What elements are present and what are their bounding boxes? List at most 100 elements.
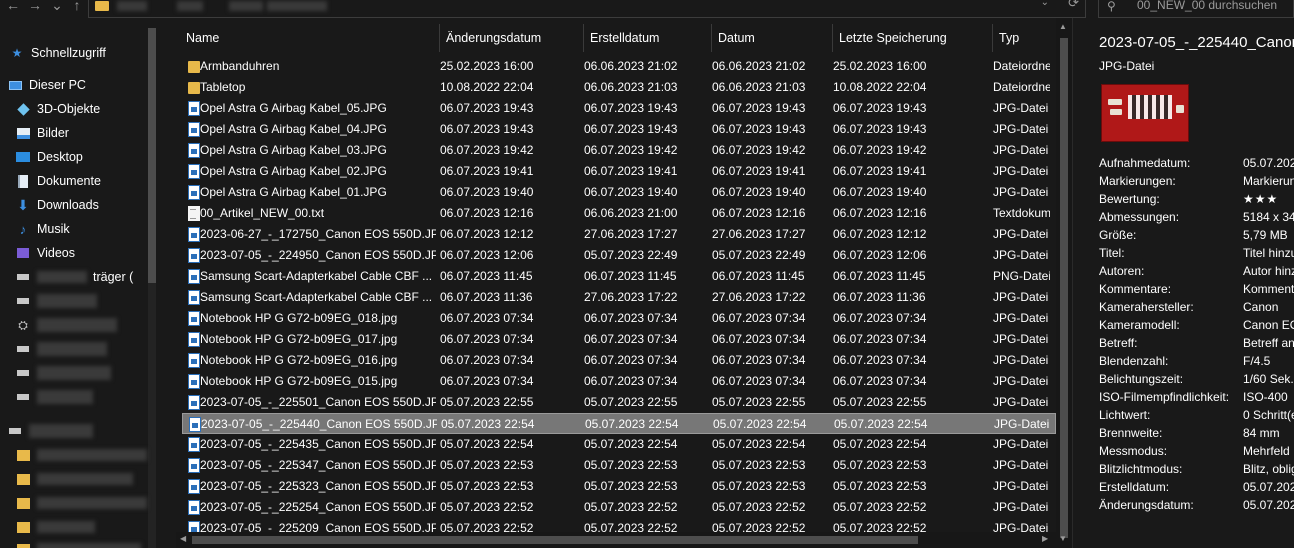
cell-name[interactable]: 2023-07-05_-_225440_Canon EOS 550D.JPG [201,414,437,435]
up-arrow-icon[interactable]: ↑ [68,0,86,14]
cell-name[interactable]: 2023-06-27_-_172750_Canon EOS 550D.JPG [200,224,436,245]
vertical-scrollbar-thumb[interactable] [1060,38,1068,538]
property-value[interactable]: Autor hinz [1243,262,1294,280]
file-row[interactable]: 2023-06-27_-_172750_Canon EOS 550D.JPG 06… [182,224,1056,245]
property-value[interactable]: Titel hinzu [1243,244,1294,262]
file-list-vertical-scrollbar[interactable]: ▲ ▼ [1056,18,1072,548]
sidebar-item-pictures[interactable]: Bilder [16,122,166,144]
sidebar-item-redacted[interactable] [16,468,166,490]
cell-name[interactable]: Opel Astra G Airbag Kabel_02.JPG [200,161,436,182]
property-value[interactable]: 05.07.2023 [1243,154,1294,172]
property-value[interactable]: Mehrfeld [1243,442,1290,460]
file-list-horizontal-scrollbar[interactable]: ◀ ▶ [176,532,1056,548]
cell-name[interactable]: Tabletop [200,77,436,98]
file-row-selected[interactable]: 2023-07-05_-_225440_Canon EOS 550D.JPG 05… [182,413,1056,434]
cell-name[interactable]: Notebook HP G G72-b09EG_015.jpg [200,371,436,392]
column-header-created[interactable]: Erstelldatum [584,24,712,52]
rating-stars[interactable]: ★★★ [1243,190,1278,208]
property-value[interactable]: Blitz, oblig [1243,460,1294,478]
file-row[interactable]: 2023-07-05_-_225435_Canon EOS 550D.JPG 05… [182,434,1056,455]
column-header-date[interactable]: Datum [712,24,833,52]
file-row[interactable]: 2023-07-05_-_225347_Canon EOS 550D.JPG 05… [182,455,1056,476]
scroll-right-icon[interactable]: ▶ [1042,534,1048,543]
cell-name[interactable]: 2023-07-05_-_225435_Canon EOS 550D.JPG [200,434,436,455]
column-header-type[interactable]: Typ [993,24,1056,52]
address-dropdown-icon[interactable]: ⌄ [1041,0,1049,8]
file-row[interactable]: Armbanduhren 25.02.2023 16:00 06.06.2023 2… [182,56,1056,77]
cell-name[interactable]: 2023-07-05_-_225254_Canon EOS 550D.JPG [200,497,436,518]
horizontal-scrollbar-thumb[interactable] [192,536,918,544]
forward-arrow-icon[interactable]: → [26,0,44,14]
property-value[interactable]: ISO-400 [1243,388,1288,406]
cell-name[interactable]: 2023-07-05_-_225501_Canon EOS 550D.JPG [200,392,436,413]
cell-name[interactable]: Notebook HP G G72-b09EG_016.jpg [200,350,436,371]
file-row[interactable]: 2023-07-05_-_225323_Canon EOS 550D.JPG 05… [182,476,1056,497]
property-value[interactable]: 5184 x 345 [1243,208,1294,226]
file-row[interactable]: Samsung Scart-Adapterkabel Cable CBF ...… [182,266,1056,287]
sidebar-item-documents[interactable]: Dokumente [16,170,166,192]
file-row[interactable]: Opel Astra G Airbag Kabel_04.JPG 06.07.20… [182,119,1056,140]
breadcrumb-redacted[interactable] [267,1,327,11]
property-value[interactable]: Komment [1243,280,1294,298]
cell-name[interactable]: 2023-07-05_-_225347_Canon EOS 550D.JPG [200,455,436,476]
file-row[interactable]: Samsung Scart-Adapterkabel Cable CBF ...… [182,287,1056,308]
property-value[interactable]: 5,79 MB [1243,226,1288,244]
sidebar-item-quick-access[interactable]: ★ Schnellzugriff [10,42,160,64]
property-value[interactable]: F/4.5 [1243,352,1270,370]
cell-name[interactable]: Armbanduhren [200,56,436,77]
sidebar-item-redacted[interactable] [16,386,166,408]
address-bar[interactable]: ⌄ ⟳ [88,0,1086,18]
file-row[interactable]: 00_Artikel_NEW_00.txt 06.07.2023 12:16 06.… [182,203,1056,224]
column-header-last-saved[interactable]: Letzte Speicherung [833,24,993,52]
cell-name[interactable]: 2023-07-05_-_224950_Canon EOS 550D.JPG [200,245,436,266]
file-row[interactable]: 2023-07-05_-_224950_Canon EOS 550D.JPG 06… [182,245,1056,266]
scroll-left-icon[interactable]: ◀ [180,534,186,543]
file-row[interactable]: 2023-07-05_-_225501_Canon EOS 550D.JPG 05… [182,392,1056,413]
property-value[interactable]: Canon EO [1243,316,1294,334]
sidebar-item-drive[interactable]: träger ( [16,266,166,288]
file-row[interactable]: Notebook HP G G72-b09EG_016.jpg 06.07.202… [182,350,1056,371]
file-row[interactable]: Opel Astra G Airbag Kabel_02.JPG 06.07.20… [182,161,1056,182]
sidebar-item-downloads[interactable]: ⬇ Downloads [16,194,166,216]
scroll-up-icon[interactable]: ▲ [1059,22,1067,31]
property-value[interactable]: Canon [1243,298,1278,316]
file-row[interactable]: Notebook HP G G72-b09EG_015.jpg 06.07.202… [182,371,1056,392]
cell-name[interactable]: 2023-07-05_-_225323_Canon EOS 550D.JPG [200,476,436,497]
sidebar-item-redacted[interactable] [8,420,158,442]
file-row[interactable]: Notebook HP G G72-b09EG_018.jpg 06.07.202… [182,308,1056,329]
sidebar-item-this-pc[interactable]: Dieser PC [8,74,158,96]
sidebar-item-redacted[interactable] [16,538,166,548]
property-value[interactable]: 1/60 Sek. [1243,370,1294,388]
sidebar-item-redacted[interactable] [16,444,166,466]
file-row[interactable]: Notebook HP G G72-b09EG_017.jpg 06.07.202… [182,329,1056,350]
sidebar-item-redacted[interactable]: ⛭ [16,314,166,336]
back-arrow-icon[interactable]: ← [4,0,22,14]
breadcrumb-redacted[interactable] [177,1,203,11]
sidebar-item-redacted[interactable] [16,338,166,360]
property-value[interactable]: 05.07.2023 [1243,478,1294,496]
file-row[interactable]: Opel Astra G Airbag Kabel_05.JPG 06.07.20… [182,98,1056,119]
file-row[interactable]: Tabletop 10.08.2022 22:04 06.06.2023 21:03… [182,77,1056,98]
search-input[interactable] [1137,0,1293,13]
sidebar-item-desktop[interactable]: Desktop [16,146,166,168]
sidebar-item-redacted[interactable] [16,362,166,384]
property-value[interactable]: Betreff an [1243,334,1294,352]
column-header-modified[interactable]: Änderungsdatum [440,24,584,52]
cell-name[interactable]: 00_Artikel_NEW_00.txt [200,203,436,224]
sidebar-item-music[interactable]: ♪ Musik [16,218,166,240]
property-value[interactable]: Markierun [1243,172,1294,190]
cell-name[interactable]: Opel Astra G Airbag Kabel_03.JPG [200,140,436,161]
property-value[interactable]: 0 Schritt(e [1243,406,1294,424]
file-row[interactable]: 2023-07-05_-_225254_Canon EOS 550D.JPG 05… [182,497,1056,518]
sidebar-item-videos[interactable]: Videos [16,242,166,264]
file-row[interactable]: Opel Astra G Airbag Kabel_03.JPG 06.07.20… [182,140,1056,161]
breadcrumb-redacted[interactable] [117,1,147,11]
property-value[interactable]: 05.07.2023 [1243,496,1294,514]
cell-name[interactable]: Notebook HP G G72-b09EG_018.jpg [200,308,436,329]
search-box[interactable]: ⚲ [1098,0,1294,18]
sidebar-item-redacted[interactable] [16,492,166,514]
breadcrumb-redacted[interactable] [229,1,263,11]
cell-name[interactable]: Opel Astra G Airbag Kabel_05.JPG [200,98,436,119]
file-row[interactable]: Opel Astra G Airbag Kabel_01.JPG 06.07.20… [182,182,1056,203]
property-value[interactable]: 84 mm [1243,424,1280,442]
